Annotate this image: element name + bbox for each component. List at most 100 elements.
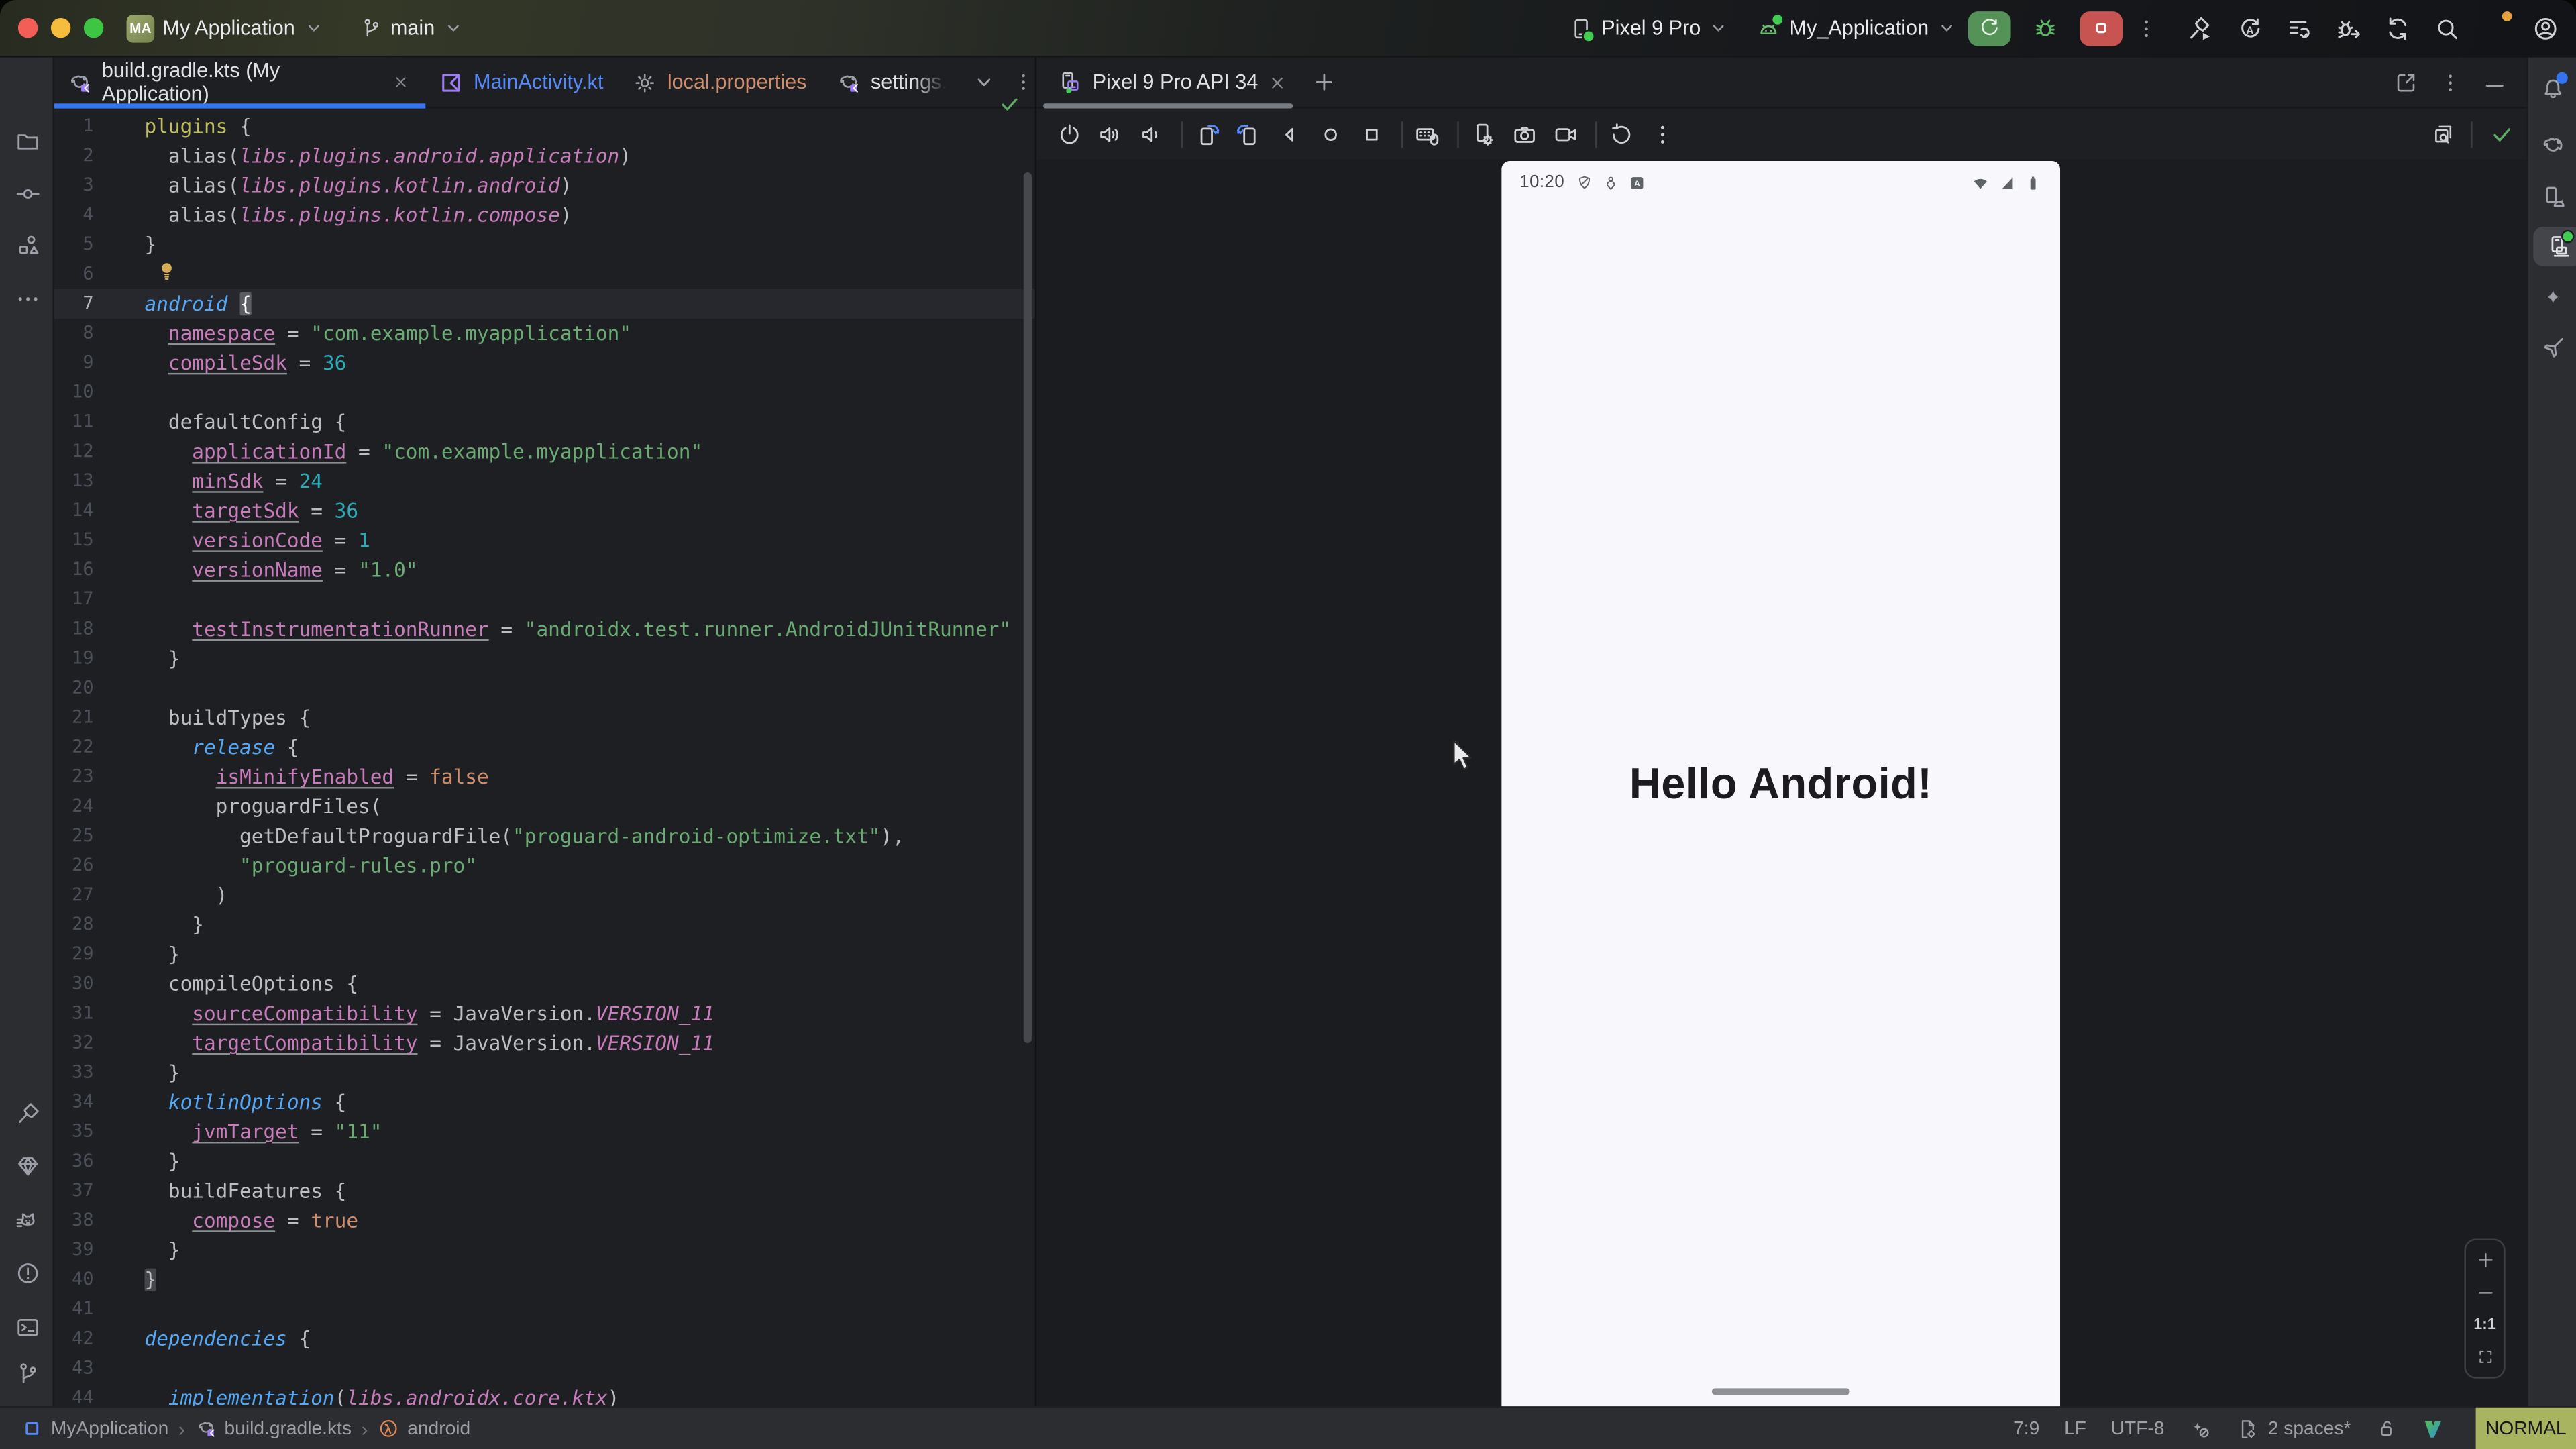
volume-down-icon[interactable] bbox=[1138, 121, 1165, 147]
apply-code-icon[interactable] bbox=[2286, 14, 2314, 42]
maximize-window-button[interactable] bbox=[84, 18, 103, 38]
encoding-widget[interactable]: UTF-8 bbox=[2111, 1419, 2165, 1438]
code-line-38[interactable]: 38 compose = true bbox=[54, 1206, 1035, 1236]
device-settings-icon[interactable] bbox=[1470, 121, 1497, 147]
code-line-32[interactable]: 32 targetCompatibility = JavaVersion.VER… bbox=[54, 1028, 1035, 1058]
editor-scrollbar[interactable] bbox=[1024, 172, 1032, 1043]
code-line-17[interactable]: 17 bbox=[54, 585, 1035, 614]
tool-commit-icon[interactable] bbox=[0, 172, 54, 215]
code-line-31[interactable]: 31 sourceCompatibility = JavaVersion.VER… bbox=[54, 999, 1035, 1028]
close-window-button[interactable] bbox=[18, 18, 38, 38]
editor-tab-settings.g[interactable]: settings.g bbox=[823, 58, 963, 107]
code-line-22[interactable]: 22 release { bbox=[54, 733, 1035, 762]
tool-gemini-gem-icon[interactable] bbox=[0, 1145, 54, 1188]
code-line-30[interactable]: 30 compileOptions { bbox=[54, 969, 1035, 999]
tool-firebase-plane-icon[interactable] bbox=[2528, 327, 2576, 370]
nav-home-icon[interactable] bbox=[1318, 121, 1344, 147]
rerun-button[interactable] bbox=[1968, 11, 2011, 45]
rotate-left-icon[interactable] bbox=[1194, 121, 1220, 147]
add-device-tab-icon[interactable] bbox=[1312, 70, 1335, 93]
apply-restart-icon[interactable]: A bbox=[2236, 14, 2264, 42]
code-line-25[interactable]: 25 getDefaultProguardFile("proguard-andr… bbox=[54, 821, 1035, 851]
inspect-icon[interactable] bbox=[2431, 121, 2456, 146]
breadcrumb-item[interactable]: build.gradle.kts bbox=[195, 1417, 352, 1439]
vcs-branch-widget[interactable]: main bbox=[359, 16, 463, 39]
code-line-3[interactable]: 3 alias(libs.plugins.kotlin.android) bbox=[54, 171, 1035, 201]
code-line-33[interactable]: 33 } bbox=[54, 1058, 1035, 1087]
code-line-15[interactable]: 15 versionCode = 1 bbox=[54, 526, 1035, 555]
nav-back-icon[interactable] bbox=[1277, 121, 1303, 147]
tool-problems-icon[interactable] bbox=[0, 1252, 54, 1295]
editor-tab-MainActivity.kt[interactable]: MainActivity.kt bbox=[426, 58, 620, 107]
kebab-icon[interactable] bbox=[1012, 70, 1035, 93]
tool-device-manager-icon[interactable] bbox=[2528, 176, 2576, 219]
code-line-26[interactable]: 26 "proguard-rules.pro" bbox=[54, 851, 1035, 881]
minimize-window-button[interactable] bbox=[51, 18, 70, 38]
tool-resource-manager-icon[interactable] bbox=[0, 223, 54, 266]
device-selector[interactable]: Pixel 9 Pro bbox=[1568, 15, 1729, 40]
code-line-19[interactable]: 19 } bbox=[54, 644, 1035, 674]
run-more-options-icon[interactable] bbox=[2134, 15, 2159, 40]
chevron-down-icon[interactable] bbox=[973, 70, 996, 93]
profile-icon[interactable] bbox=[2532, 14, 2560, 42]
tool-running-devices-icon[interactable] bbox=[2533, 227, 2576, 266]
video-icon[interactable] bbox=[1552, 121, 1578, 147]
device-tab[interactable]: Pixel 9 Pro API 34 bbox=[1036, 58, 1299, 107]
tool-gemini-sparkle-icon[interactable] bbox=[2528, 278, 2576, 321]
line-separator-widget[interactable]: LF bbox=[2064, 1419, 2086, 1438]
tool-build-hammer-icon[interactable] bbox=[0, 1093, 54, 1136]
power-icon[interactable] bbox=[1057, 121, 1083, 147]
code-line-24[interactable]: 24 proguardFiles( bbox=[54, 792, 1035, 821]
kebab-icon[interactable] bbox=[1650, 121, 1676, 147]
code-line-11[interactable]: 11 defaultConfig { bbox=[54, 407, 1035, 437]
code-line-41[interactable]: 41 bbox=[54, 1295, 1035, 1324]
code-line-14[interactable]: 14 targetSdk = 36 bbox=[54, 496, 1035, 526]
tool-logcat-icon[interactable] bbox=[0, 1201, 54, 1244]
lock-open-icon[interactable] bbox=[2375, 1417, 2397, 1439]
vim-plugin-icon[interactable] bbox=[2422, 1417, 2445, 1440]
code-line-5[interactable]: 5} bbox=[54, 230, 1035, 260]
code-line-43[interactable]: 43 bbox=[54, 1354, 1035, 1383]
code-line-12[interactable]: 12 applicationId = "com.example.myapplic… bbox=[54, 437, 1035, 466]
reset-icon[interactable] bbox=[1609, 121, 1635, 147]
code-line-13[interactable]: 13 minSdk = 24 bbox=[54, 467, 1035, 496]
tool-terminal-icon[interactable] bbox=[0, 1306, 54, 1349]
run-configuration-selector[interactable]: My_Application bbox=[1757, 15, 1957, 40]
code-line-28[interactable]: 28 } bbox=[54, 910, 1035, 940]
code-line-6[interactable]: 6 bbox=[54, 260, 1035, 289]
code-line-36[interactable]: 36 } bbox=[54, 1146, 1035, 1176]
zoom-in-icon[interactable] bbox=[2475, 1250, 2494, 1270]
zoom-out-icon[interactable] bbox=[2475, 1283, 2494, 1303]
code-line-37[interactable]: 37 buildFeatures { bbox=[54, 1176, 1035, 1205]
code-line-18[interactable]: 18 testInstrumentationRunner = "androidx… bbox=[54, 614, 1035, 644]
close-icon[interactable] bbox=[393, 74, 409, 90]
code-line-35[interactable]: 35 jvmTarget = "11" bbox=[54, 1117, 1035, 1146]
nav-overview-icon[interactable] bbox=[1358, 121, 1385, 147]
editor-tab-local.properties[interactable]: local.properties bbox=[620, 58, 823, 107]
code-line-8[interactable]: 8 namespace = "com.example.myapplication… bbox=[54, 319, 1035, 348]
window-controls[interactable] bbox=[18, 18, 103, 38]
code-line-29[interactable]: 29 } bbox=[54, 940, 1035, 969]
settings-icon[interactable] bbox=[2482, 14, 2510, 42]
more-vertical-icon[interactable] bbox=[2438, 70, 2463, 95]
volume-up-icon[interactable] bbox=[1097, 121, 1124, 147]
caret-position-widget[interactable]: 7:9 bbox=[2013, 1419, 2039, 1438]
code-line-44[interactable]: 44 implementation(libs.androidx.core.ktx… bbox=[54, 1383, 1035, 1406]
open-in-new-window-icon[interactable] bbox=[2394, 70, 2418, 95]
code-line-23[interactable]: 23 isMinifyEnabled = false bbox=[54, 762, 1035, 792]
code-line-16[interactable]: 16 versionName = "1.0" bbox=[54, 555, 1035, 585]
code-line-40[interactable]: 40} bbox=[54, 1265, 1035, 1295]
search-everywhere-icon[interactable] bbox=[2433, 14, 2461, 42]
camera-icon[interactable] bbox=[1511, 121, 1538, 147]
code-line-2[interactable]: 2 alias(libs.plugins.android.application… bbox=[54, 142, 1035, 171]
build-icon[interactable] bbox=[2187, 14, 2215, 42]
intention-bulb-icon[interactable] bbox=[158, 260, 176, 291]
attach-debugger-icon[interactable] bbox=[2334, 14, 2363, 42]
code-line-21[interactable]: 21 buildTypes { bbox=[54, 703, 1035, 733]
tool-version-control-icon[interactable] bbox=[0, 1352, 54, 1395]
stop-button[interactable] bbox=[2080, 11, 2123, 45]
check-icon[interactable] bbox=[2491, 122, 2514, 145]
code-line-34[interactable]: 34 kotlinOptions { bbox=[54, 1087, 1035, 1117]
code-line-27[interactable]: 27 ) bbox=[54, 881, 1035, 910]
breadcrumb-item[interactable]: android bbox=[378, 1417, 470, 1439]
